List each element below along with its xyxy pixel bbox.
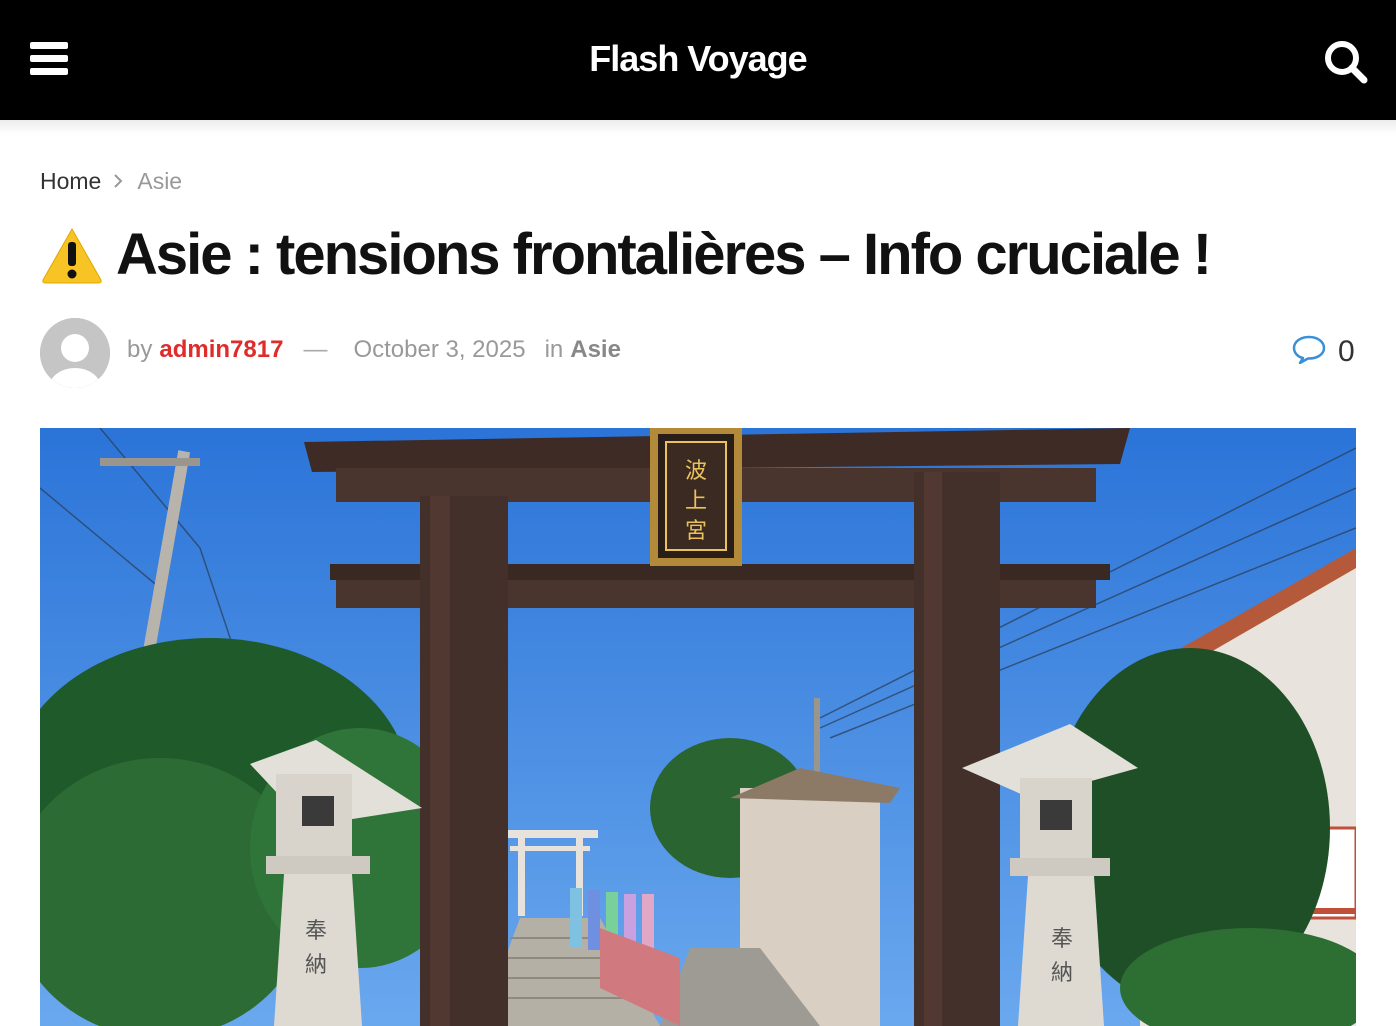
svg-text:納: 納 bbox=[305, 953, 327, 978]
title-row: Asie : tensions frontalières – Info cruc… bbox=[40, 220, 1212, 290]
warning-icon bbox=[40, 225, 104, 285]
svg-text:宮: 宮 bbox=[685, 519, 707, 544]
by-label: by bbox=[127, 336, 153, 363]
meta-separator: — bbox=[303, 336, 328, 363]
comment-count: 0 bbox=[1338, 334, 1355, 368]
featured-image: 波 上 宮 奉 納 奉 納 bbox=[40, 428, 1356, 1026]
chevron-right-icon bbox=[113, 168, 123, 195]
category-link[interactable]: Asie bbox=[570, 336, 621, 364]
site-logo[interactable]: Flash Voyage bbox=[0, 38, 1396, 80]
post-date[interactable]: October 3, 2025 bbox=[353, 336, 525, 364]
comment-bubble-icon bbox=[1292, 334, 1326, 369]
search-icon[interactable] bbox=[1322, 38, 1370, 86]
page-title: Asie : tensions frontalières – Info cruc… bbox=[116, 222, 1212, 287]
author-link[interactable]: admin7817 bbox=[159, 336, 283, 364]
comments-link[interactable]: 0 bbox=[1292, 334, 1355, 369]
breadcrumb: Home Asie bbox=[40, 168, 182, 195]
in-label: in bbox=[544, 336, 564, 363]
site-header: Flash Voyage bbox=[0, 0, 1396, 120]
svg-text:奉: 奉 bbox=[1051, 927, 1073, 952]
breadcrumb-current: Asie bbox=[137, 168, 183, 194]
article-meta: by admin7817 — October 3, 2025 in Asie bbox=[127, 336, 621, 364]
svg-text:上: 上 bbox=[685, 489, 707, 514]
header-shadow bbox=[0, 120, 1396, 134]
svg-text:奉: 奉 bbox=[305, 919, 327, 944]
breadcrumb-home-link[interactable]: Home bbox=[40, 168, 101, 195]
svg-text:波: 波 bbox=[685, 459, 707, 484]
svg-text:納: 納 bbox=[1051, 961, 1073, 986]
avatar[interactable] bbox=[40, 318, 110, 388]
